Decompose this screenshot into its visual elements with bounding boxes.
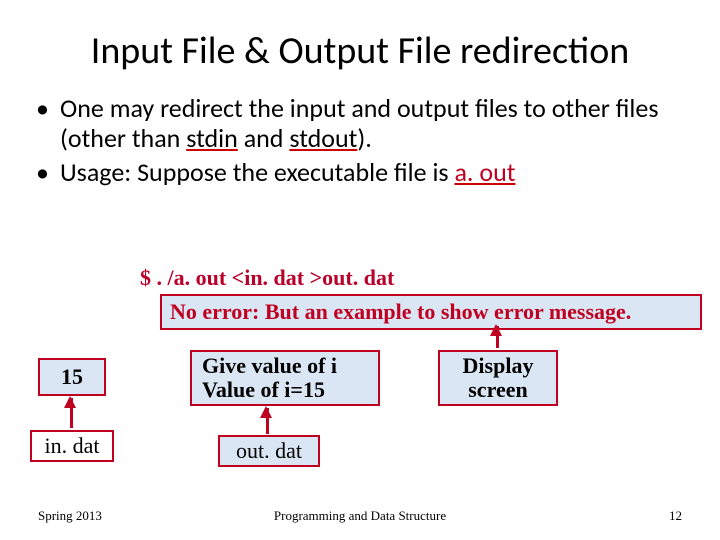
bullet-1-text-end: ). [357, 122, 371, 154]
bullet-list: One may redirect the input and output fi… [0, 94, 720, 188]
arrow-head-indat [64, 396, 76, 408]
arrow-head-outdat [260, 406, 272, 418]
footer-right: 12 [669, 508, 682, 524]
command-line: $ . /a. out <in. dat >out. dat [140, 265, 394, 291]
aout-word: a. out [454, 156, 515, 188]
stdin-word: stdin [186, 122, 238, 154]
bullet-1-text-mid: and [238, 122, 290, 154]
footer-center: Programming and Data Structure [274, 508, 446, 524]
error-message-box: No error: But an example to show error m… [160, 294, 702, 330]
slide-title: Input File & Output File redirection [0, 0, 720, 94]
bullet-2: Usage: Suppose the executable file is a.… [60, 158, 682, 188]
box-display-screen: Display screen [438, 350, 558, 406]
box-15: 15 [38, 358, 106, 396]
bullet-1: One may redirect the input and output fi… [60, 94, 682, 154]
box-display-line2: screen [463, 378, 534, 402]
box-outdat-label: out. dat [218, 435, 320, 467]
footer-left: Spring 2013 [38, 508, 102, 524]
box-indat-label: in. dat [30, 430, 114, 462]
arrow-head-display [490, 324, 502, 336]
stdout-word: stdout [289, 122, 357, 154]
box-output-line1: Give value of i [202, 354, 337, 378]
bullet-2-text-a: Usage: Suppose the executable file is [60, 156, 454, 188]
box-display-line1: Display [463, 354, 534, 378]
box-output-content: Give value of i Value of i=15 [190, 350, 380, 406]
box-output-line2: Value of i=15 [202, 378, 337, 402]
